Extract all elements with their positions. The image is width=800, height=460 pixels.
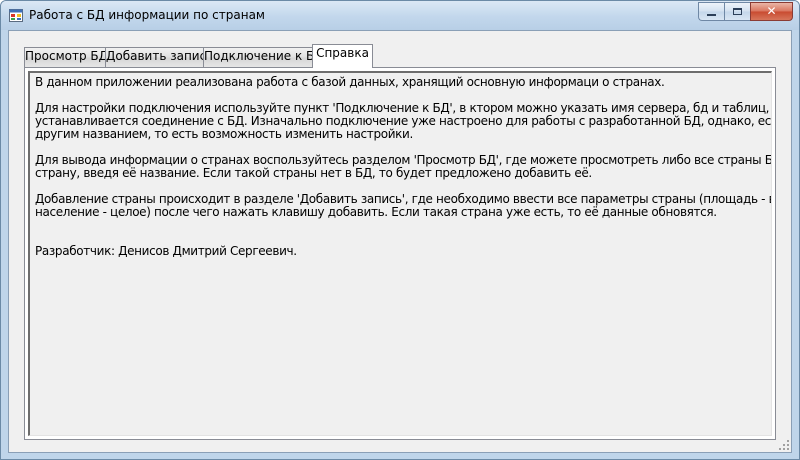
tab-view-db[interactable]: Просмотр БД	[24, 47, 109, 67]
resize-grip-icon[interactable]	[778, 439, 790, 451]
minimize-icon	[707, 14, 716, 16]
caption-buttons: ✕	[698, 2, 793, 21]
developer-credit: Разработчик: Денисов Дмитрий Сергеевич.	[35, 245, 765, 258]
tab-label: Подключение к БД	[204, 49, 324, 63]
help-line: В данном приложении реализована работа с…	[35, 75, 665, 89]
window-title: Работа с БД информации по странам	[29, 8, 265, 22]
tab-label: Просмотр БД	[25, 49, 109, 63]
help-tab-panel: В данном приложении реализована работа с…	[24, 67, 776, 440]
help-paragraph: Добавление страны происходит в разделе '…	[35, 193, 771, 219]
tab-label: Добавить запись	[106, 49, 214, 63]
help-paragraph: Для настройки подключения используйте пу…	[35, 102, 771, 141]
help-line: население - целое) после чего нажать кла…	[35, 205, 717, 219]
title-bar[interactable]: Работа с БД информации по странам ✕	[1, 1, 799, 30]
close-icon: ✕	[766, 4, 777, 18]
maximize-icon	[733, 8, 742, 15]
minimize-button[interactable]	[698, 2, 724, 21]
app-icon[interactable]	[9, 9, 23, 22]
help-paragraph: Для вывода информации о странах воспольз…	[35, 154, 771, 180]
tab-db-connection[interactable]: Подключение к БД	[203, 47, 324, 67]
tab-label: Справка	[316, 46, 369, 60]
help-line: страну, введя её название. Если такой ст…	[35, 166, 592, 180]
help-line: другим названием, то есть возможность из…	[35, 127, 413, 141]
tab-help[interactable]: Справка	[312, 44, 373, 68]
developer-line: Разработчик: Денисов Дмитрий Сергеевич.	[35, 244, 297, 258]
help-paragraph: В данном приложении реализована работа с…	[35, 76, 765, 89]
help-textbox[interactable]: В данном приложении реализована работа с…	[28, 71, 772, 436]
client-area: Просмотр БД Добавить запись Подключение …	[8, 30, 792, 453]
app-window: Работа с БД информации по странам ✕ Прос…	[0, 0, 800, 460]
tab-add-record[interactable]: Добавить запись	[105, 47, 213, 67]
close-button[interactable]: ✕	[750, 2, 793, 21]
maximize-button[interactable]	[724, 2, 750, 21]
